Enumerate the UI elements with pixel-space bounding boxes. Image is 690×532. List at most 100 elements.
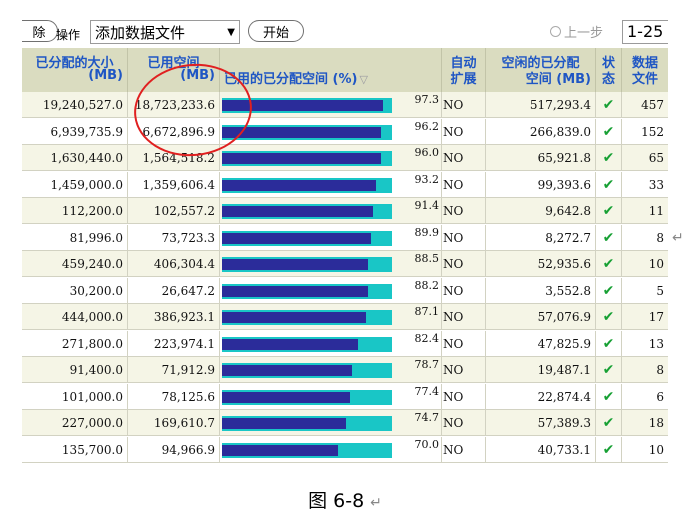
cell-pct: 91.4 [220, 198, 442, 224]
cell-datafiles: 6 [656, 389, 664, 404]
cell-allocated: 444,000.0 [22, 304, 128, 330]
cell-used: 73,723.3 [128, 224, 220, 251]
cell-free: 19,487.1 [486, 357, 596, 383]
status-check-icon: ✔ [596, 357, 622, 383]
table-row[interactable]: 81,996.0 73,723.3 89.9 NO 8,272.7 ✔ 8 [22, 224, 668, 251]
cell-used: 1,359,606.4 [128, 171, 220, 198]
cell-used: 1,564,518.2 [128, 145, 220, 171]
usage-percent: 77.4 [414, 384, 440, 398]
cell-autoext: NO [442, 92, 486, 118]
cell-datafiles: 152 [641, 124, 664, 139]
cell-datafiles: 8 [656, 363, 664, 377]
status-check-icon: ✔ [596, 410, 622, 436]
table-row[interactable]: 1,459,000.0 1,359,606.4 93.2 NO 99,393.6 ✔ 33 [22, 171, 668, 198]
usage-bar-used [222, 126, 382, 138]
cell-allocated: 91,400.0 [22, 357, 128, 383]
cell-free: 8,272.7 [486, 224, 596, 251]
table-row[interactable]: 444,000.0 386,923.1 87.1 NO 57,076.9 ✔ 17 [22, 304, 668, 330]
usage-percent: 82.4 [414, 331, 440, 345]
cell-pct: 88.2 [220, 277, 442, 304]
column-header-allocated-unit: (MB) [88, 68, 123, 83]
cell-autoext: NO [442, 410, 486, 436]
cell-allocated: 81,996.0 [22, 224, 128, 251]
cell-datafiles: 11 [648, 204, 664, 218]
status-check-icon: ✔ [596, 118, 622, 145]
table-row[interactable]: 227,000.0 169,610.7 74.7 NO 57,389.3 ✔ 18 [22, 410, 668, 436]
cell-free: 99,393.6 [486, 171, 596, 198]
usage-percent: 74.7 [414, 411, 440, 424]
cell-pct: 77.4 [220, 383, 442, 410]
cell-datafiles: 457 [641, 98, 664, 112]
cell-free: 22,874.4 [486, 383, 596, 410]
usage-percent: 97.3 [414, 93, 440, 106]
table-row[interactable]: 459,240.0 406,304.4 88.5 NO 52,935.6 ✔ 10 [22, 251, 668, 277]
table-row[interactable]: 6,939,735.9 6,672,896.9 96.2 NO 266,839.0 ✔ 15… [22, 118, 668, 145]
cell-used: 386,923.1 [128, 304, 220, 330]
usage-percent: 88.2 [414, 278, 440, 292]
cell-pct: 96.2 [220, 118, 442, 145]
cell-pct: 87.1 [220, 304, 442, 330]
status-check-icon: ✔ [596, 436, 622, 463]
usage-percent: 87.1 [414, 305, 440, 318]
cell-datafiles: 65 [648, 151, 664, 165]
previous-label: 上一步 [564, 26, 604, 41]
cell-free: 65,921.8 [486, 145, 596, 171]
usage-bar-used [222, 206, 374, 217]
table-row[interactable]: 101,000.0 78,125.6 77.4 NO 22,874.4 ✔ 6 [22, 383, 668, 410]
tablespace-panel: 除 操作 添加数据文件 ▼ 开始 上一步 1-25 已分配的大小 (MB) 已用… [22, 14, 668, 466]
figure-caption: 图 6-8 ↵ [0, 486, 690, 513]
delete-button[interactable]: 除 [22, 20, 58, 42]
table-row[interactable]: 30,200.0 26,647.2 88.2 NO 3,552.8 ✔ 5 [22, 277, 668, 304]
column-header-datafiles[interactable]: 数据 文件 [622, 48, 668, 92]
previous-button[interactable]: 上一步 [550, 22, 603, 41]
usage-percent: 93.2 [414, 172, 440, 186]
table-row[interactable]: 1,630,440.0 1,564,518.2 96.0 NO 65,921.8 ✔ 65 [22, 145, 668, 171]
cell-allocated: 1,630,440.0 [22, 145, 128, 171]
column-header-free[interactable]: 空闲的已分配 空间 (MB) [486, 48, 596, 92]
usage-bar-used [222, 418, 346, 429]
cell-pct: 97.3 [220, 92, 442, 118]
cell-allocated: 1,459,000.0 [22, 171, 128, 198]
start-button[interactable]: 开始 [248, 20, 304, 42]
column-header-autoextend[interactable]: 自动 扩展 [442, 48, 486, 92]
table-row[interactable]: 19,240,527.0 18,723,233.6 97.3 NO 517,293.4 ✔… [22, 92, 668, 118]
column-header-datafiles-label2: 文件 [631, 72, 658, 87]
column-header-status[interactable]: 状 态 [596, 48, 622, 92]
cell-pct: 88.5 [220, 251, 442, 277]
caption-return-mark: ↵ [370, 495, 382, 511]
page-range-select[interactable]: 1-25 [622, 20, 668, 44]
status-check-icon: ✔ [596, 383, 622, 410]
column-header-percent[interactable]: 已用的已分配空间 (%) ▽ [220, 48, 442, 92]
column-header-autoextend-label2: 扩展 [450, 72, 477, 87]
status-check-icon: ✔ [596, 304, 622, 330]
cell-free: 9,642.8 [486, 198, 596, 224]
cell-pct: 89.9 [220, 224, 442, 251]
table-row[interactable]: 112,200.0 102,557.2 91.4 NO 9,642.8 ✔ 11 [22, 198, 668, 224]
cell-used: 26,647.2 [128, 277, 220, 304]
column-header-allocated[interactable]: 已分配的大小 (MB) [22, 48, 128, 92]
cell-autoext: NO [442, 304, 486, 330]
table-header: 已分配的大小 (MB) 已用空间 (MB) 已用的已分配空间 (%) ▽ 自动 扩… [22, 48, 668, 92]
table-row[interactable]: 91,400.0 71,912.9 78.7 NO 19,487.1 ✔ 8 [22, 357, 668, 383]
cell-autoext: NO [442, 118, 486, 145]
cell-autoext: NO [442, 145, 486, 171]
table-row[interactable]: 135,700.0 94,966.9 70.0 NO 40,733.1 ✔ 10 [22, 436, 668, 463]
usage-bar-used [222, 232, 371, 244]
cell-datafiles: 13 [648, 336, 664, 351]
table-row[interactable]: 271,800.0 223,974.1 82.4 NO 47,825.9 ✔ 13 [22, 330, 668, 357]
usage-percent: 70.0 [414, 437, 440, 451]
dropdown-arrow-icon: ▼ [227, 27, 235, 38]
cell-used: 18,723,233.6 [128, 92, 220, 118]
cell-allocated: 135,700.0 [22, 436, 128, 463]
cell-datafiles: 33 [648, 177, 664, 192]
radio-icon [550, 26, 561, 37]
operation-select-value: 添加数据文件 [95, 23, 186, 42]
figure-caption-text: 图 6-8 [308, 490, 365, 512]
cell-autoext: NO [442, 330, 486, 357]
cell-pct: 70.0 [220, 436, 442, 463]
cell-used: 71,912.9 [128, 357, 220, 383]
status-check-icon: ✔ [596, 224, 622, 251]
cell-pct: 78.7 [220, 357, 442, 383]
column-header-used[interactable]: 已用空间 (MB) [128, 48, 220, 92]
operation-select[interactable]: 添加数据文件 ▼ [90, 20, 240, 44]
